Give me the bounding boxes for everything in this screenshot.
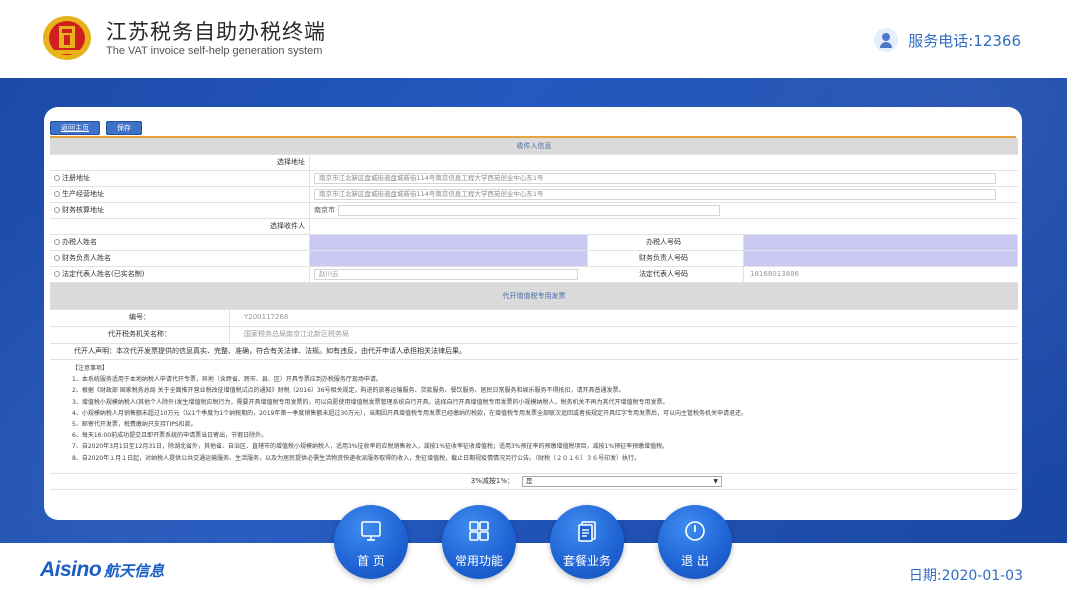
power-icon	[685, 521, 705, 541]
address-row: 财务核算地址 南京市	[50, 203, 1018, 219]
dropdown-arrow-icon: ▼	[713, 478, 718, 485]
person-label: 法定代表人姓名(已实名制)	[62, 270, 145, 278]
section-invoice-title: 代开增值税专用发票	[50, 283, 1018, 310]
brand-cn: 航天信息	[104, 562, 165, 580]
document-icon	[578, 521, 596, 542]
nav-exit-button[interactable]: 退 出	[658, 505, 732, 579]
tax-office-row: 代开税务机关名称： 国家税务总局南京江北新区税务局	[50, 327, 1018, 344]
person-name-field[interactable]	[310, 235, 588, 250]
person-row: 法定代表人姓名(已实名制) 赵川云 法定代表人号码 18168013886	[50, 267, 1018, 283]
radio-icon[interactable]	[54, 255, 60, 261]
tax-emblem-icon	[43, 16, 91, 60]
address-field[interactable]: 南京市江北新区盘城街道盘城新街114号南京信息工程大学西苑创业中心东1号	[314, 189, 996, 200]
address-row: 注册地址 南京市江北新区盘城街道盘城新街114号南京信息工程大学西苑创业中心东1…	[50, 171, 1018, 187]
note-item: 6、每天16:00前成功提交且即开票系统的申请票当日寄出，节假日除外。	[72, 432, 268, 440]
note-item: 5、邮寄代开发票，税费缴纳只支持TIPS扣款。	[72, 421, 197, 429]
brand-en: Aisino	[40, 558, 102, 581]
person-option[interactable]: 财务负责人姓名	[50, 251, 310, 266]
address-option[interactable]: 注册地址	[50, 171, 310, 186]
nav-package-button[interactable]: 套餐业务	[550, 505, 624, 579]
person-row: 财务负责人姓名 财务负责人号码	[50, 251, 1018, 267]
address-option[interactable]: 生产经营地址	[50, 187, 310, 202]
legal-rep-phone: 18168013886	[750, 270, 799, 278]
back-home-button[interactable]: 返回主页	[50, 121, 100, 135]
person-option[interactable]: 法定代表人姓名(已实名制)	[50, 267, 310, 282]
tax-office-label: 代开税务机关名称：	[50, 327, 230, 343]
main-card: 返回主页 保存 收件人信息 选择地址 注册地址 南京市江北新区盘城街道盘城新街1…	[44, 107, 1022, 520]
person-phone-label: 法定代表人号码	[588, 267, 744, 282]
declaration-row: 代开人声明：本次代开发票提供的信息真实、完整、准确，符合有关法律、法规。如有违反…	[50, 344, 1018, 360]
person-row: 办税人姓名 办税人号码	[50, 235, 1018, 251]
legal-rep-name-field[interactable]: 赵川云	[314, 269, 578, 280]
declaration-text: 代开人声明：本次代开发票提供的信息真实、完整、准确，符合有关法律、法规。如有违反…	[74, 347, 466, 355]
note-item: 4、小规模纳税人月销售额未超过10万元（以1个季度为1个纳税期的，2019年第一…	[72, 409, 747, 417]
note-item: 3、增值税小规模纳税人(其他个人除外)发生增值税应税行为，需要开具增值税专用发票…	[72, 398, 669, 406]
city-prefix: 南京市	[314, 206, 335, 214]
user-service-icon	[874, 28, 899, 52]
person-label: 财务负责人姓名	[62, 254, 111, 262]
person-phone-field[interactable]	[744, 251, 1018, 266]
note-item: 7、自2020年3月1日至12月31日，除湖北省外，其他省、自治区、直辖市的增值…	[72, 443, 669, 451]
form: 收件人信息 选择地址 注册地址 南京市江北新区盘城街道盘城新街114号南京信息工…	[50, 138, 1018, 490]
radio-icon[interactable]	[54, 191, 60, 197]
radio-icon[interactable]	[54, 271, 60, 277]
address-option[interactable]: 财务核算地址	[50, 203, 310, 218]
grid-icon	[469, 521, 489, 541]
radio-icon[interactable]	[54, 207, 60, 213]
invoice-number-value: Y200117268	[244, 313, 289, 321]
address-label: 生产经营地址	[62, 190, 104, 198]
nav-label: 首 页	[357, 554, 385, 568]
address-label: 财务核算地址	[62, 206, 104, 214]
person-label: 办税人姓名	[62, 238, 97, 246]
service-phone: 服务电话:12366	[874, 28, 1021, 52]
radio-icon[interactable]	[54, 175, 60, 181]
invoice-number-label: 编号：	[50, 310, 230, 326]
nav-home-button[interactable]: 首 页	[334, 505, 408, 579]
nav-label: 常用功能	[454, 554, 503, 568]
choose-recipient-row: 选择收件人	[50, 219, 1018, 235]
reduce-rate-row: 3%减按1%： 是 ▼	[50, 474, 1018, 490]
address-detail-field[interactable]	[338, 205, 720, 216]
note-item: 1、本系统服务适用于本地纳税人申请代开专票，异地（含跨省、跨市、县、区）开具专票…	[72, 376, 382, 384]
note-item: 8、自2020年１月１日起，对纳税人提供公共交通运输服务、生活服务，以及为居民提…	[72, 454, 641, 462]
nav-label: 套餐业务	[562, 554, 611, 568]
app-subtitle: The VAT invoice self-help generation sys…	[106, 45, 323, 57]
tax-office-value: 国家税务总局南京江北新区税务局	[244, 330, 349, 338]
choose-recipient-label: 选择收件人	[50, 219, 310, 234]
address-field[interactable]: 南京市江北新区盘城街道盘城新街114号南京信息工程大学西苑创业中心东1号	[314, 173, 996, 184]
address-label: 注册地址	[62, 174, 90, 182]
toolbar: 返回主页 保存	[50, 121, 142, 135]
person-phone-label: 办税人号码	[588, 235, 744, 250]
note-item: 2、根据《财政部 国家税务总局 关于全面推开营业税改征增值税试点的通知》财税〔2…	[72, 387, 625, 395]
notes-title: 【注意事项】	[72, 365, 109, 372]
choose-address-row: 选择地址	[50, 155, 1018, 171]
section-recipient-title: 收件人信息	[50, 138, 1018, 155]
person-phone-field[interactable]	[744, 235, 1018, 250]
app-title: 江苏税务自助办税终端	[106, 20, 326, 44]
reduce-rate-label: 3%减按1%：	[470, 477, 514, 485]
person-name-field[interactable]	[310, 251, 588, 266]
address-row: 生产经营地址 南京市江北新区盘城街道盘城新街114号南京信息工程大学西苑创业中心…	[50, 187, 1018, 203]
reduce-rate-value: 是	[526, 477, 533, 485]
person-phone-label: 财务负责人号码	[588, 251, 744, 266]
radio-icon[interactable]	[54, 239, 60, 245]
reduce-rate-select[interactable]: 是 ▼	[522, 476, 722, 487]
save-button[interactable]: 保存	[106, 121, 142, 135]
notes-block: 【注意事项】 1、本系统服务适用于本地纳税人申请代开专票，异地（含跨省、跨市、县…	[50, 360, 1018, 474]
date-display: 日期:2020-01-03	[908, 568, 1023, 584]
nav-common-button[interactable]: 常用功能	[442, 505, 516, 579]
invoice-number-row: 编号： Y200117268	[50, 310, 1018, 327]
header: 江苏税务自助办税终端 The VAT invoice self-help gen…	[0, 0, 1067, 78]
monitor-icon	[361, 521, 381, 541]
service-phone-text: 服务电话:12366	[908, 31, 1021, 50]
brand-logo: Aisino 航天信息	[40, 558, 164, 582]
nav-label: 退 出	[681, 554, 709, 568]
person-option[interactable]: 办税人姓名	[50, 235, 310, 250]
choose-address-label: 选择地址	[50, 155, 310, 170]
